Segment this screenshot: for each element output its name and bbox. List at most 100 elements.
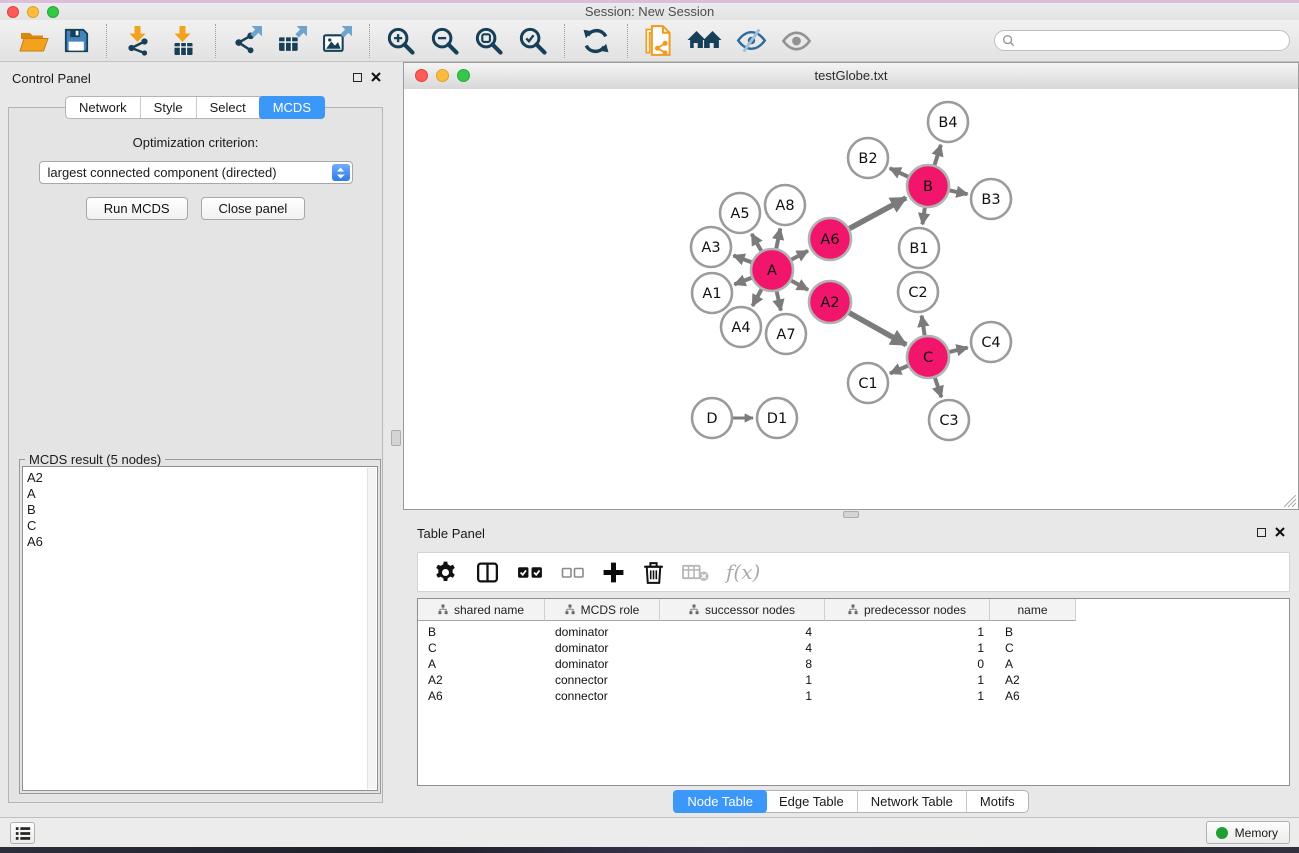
vertical-splitter[interactable]	[390, 62, 403, 818]
hide-visual-properties-button[interactable]	[736, 27, 767, 54]
table-row[interactable]: B dominator 4 1 B	[418, 624, 1289, 640]
export-network-button[interactable]	[232, 25, 263, 56]
criterion-select[interactable]: largest connected component (directed)	[39, 161, 353, 184]
float-panel-icon[interactable]	[353, 73, 362, 82]
toolbar-separator	[369, 24, 370, 58]
svg-text:A4: A4	[731, 320, 750, 336]
attribute-tree-icon	[848, 604, 858, 615]
delete-column-button[interactable]	[642, 560, 665, 585]
refresh-view-button[interactable]	[581, 26, 611, 56]
network-canvas[interactable]: B4B2BB3A8A5A6A3B1AA1C2A2A4A7C4CC1DD1C3	[404, 89, 1298, 509]
open-session-button[interactable]	[19, 28, 49, 54]
zoom-in-button[interactable]	[386, 26, 416, 56]
import-table-button[interactable]	[168, 25, 199, 56]
table-row[interactable]: C dominator 4 1 C	[418, 640, 1289, 656]
float-panel-icon[interactable]	[1257, 528, 1266, 537]
tab-select[interactable]: Select	[197, 97, 260, 118]
resize-grip-icon[interactable]	[1284, 495, 1297, 508]
gear-settings-button[interactable]	[433, 560, 458, 585]
svg-text:D: D	[706, 411, 717, 427]
svg-text:B3: B3	[981, 192, 1000, 208]
horizontal-splitter[interactable]	[403, 510, 1299, 519]
deselect-all-button[interactable]	[561, 560, 585, 585]
column-header-shared-name[interactable]: shared name	[418, 599, 545, 621]
mcds-result-list[interactable]: A2 A B C A6	[22, 466, 378, 791]
table-tabbar: Node Table Edge Table Network Table Moti…	[673, 790, 1028, 813]
zoom-selected-button[interactable]	[518, 26, 548, 56]
table-panel: Table Panel	[403, 519, 1299, 818]
search-box[interactable]	[994, 30, 1290, 51]
svg-text:A3: A3	[701, 240, 720, 256]
app-title: Session: New Session	[0, 3, 1299, 20]
svg-text:B: B	[923, 179, 933, 195]
table-row[interactable]: A dominator 8 0 A	[418, 656, 1289, 672]
function-builder-button[interactable]: f(x)	[726, 560, 760, 584]
tab-network-table[interactable]: Network Table	[858, 791, 967, 812]
split-panel-button[interactable]	[475, 560, 500, 585]
delete-table-button[interactable]	[682, 561, 709, 583]
task-history-button[interactable]	[10, 822, 35, 844]
table-row[interactable]: A6 connector 1 1 A6	[418, 688, 1289, 704]
list-item[interactable]: B	[27, 502, 377, 518]
memory-label: Memory	[1235, 826, 1278, 840]
list-item[interactable]: A2	[27, 470, 377, 486]
column-header-successor-nodes[interactable]: successor nodes	[660, 599, 825, 621]
status-bar: Memory	[0, 817, 1299, 847]
splitter-handle[interactable]	[391, 430, 401, 446]
export-image-button[interactable]	[322, 25, 353, 56]
table-toolbar: f(x)	[417, 552, 1290, 592]
close-panel-icon[interactable]	[371, 72, 381, 82]
svg-text:A8: A8	[775, 198, 794, 214]
attribute-tree-icon	[565, 604, 575, 615]
close-panel-icon[interactable]	[1275, 527, 1285, 537]
svg-text:A: A	[767, 263, 777, 279]
column-header-mcds-role[interactable]: MCDS role	[545, 599, 660, 621]
tab-node-table[interactable]: Node Table	[673, 790, 767, 813]
list-item[interactable]: C	[27, 518, 377, 534]
run-mcds-button[interactable]: Run MCDS	[86, 197, 188, 220]
list-icon	[14, 825, 32, 842]
tab-mcds[interactable]: MCDS	[259, 96, 325, 119]
tab-network[interactable]: Network	[66, 97, 141, 118]
list-item[interactable]: A	[27, 486, 377, 502]
import-network-button[interactable]	[123, 25, 154, 56]
tab-style[interactable]: Style	[141, 97, 197, 118]
optimization-criterion-label: Optimization criterion:	[9, 135, 382, 150]
splitter-handle[interactable]	[843, 511, 859, 518]
control-panel-title: Control Panel	[12, 71, 91, 86]
tab-edge-table[interactable]: Edge Table	[766, 791, 858, 812]
control-panel-tabbar: Network Style Select MCDS	[65, 96, 325, 119]
network-view-window: testGlobe.txt B4B2BB3A8A5A6A3B1AA1C2A2A4…	[403, 62, 1299, 510]
zoom-out-button[interactable]	[430, 26, 460, 56]
search-input[interactable]	[1019, 31, 1289, 50]
add-column-button[interactable]	[602, 561, 625, 584]
network-from-file-button[interactable]	[644, 25, 673, 56]
show-visual-properties-button[interactable]	[781, 29, 812, 53]
node-table[interactable]: shared name MCDS role successor nodes	[417, 598, 1290, 786]
select-all-button[interactable]	[517, 560, 544, 585]
svg-text:C3: C3	[939, 413, 958, 429]
zoom-fit-button[interactable]	[474, 26, 504, 56]
control-panel: Control Panel Network Style Select MCDS …	[0, 62, 390, 818]
home-double-icon[interactable]	[687, 28, 722, 54]
close-panel-button[interactable]: Close panel	[201, 197, 306, 220]
svg-text:C4: C4	[981, 335, 1000, 351]
toolbar-separator	[215, 24, 216, 58]
tab-motifs[interactable]: Motifs	[967, 791, 1028, 812]
column-header-predecessor-nodes[interactable]: predecessor nodes	[825, 599, 990, 621]
save-session-button[interactable]	[63, 27, 90, 54]
column-header-name[interactable]: name	[990, 599, 1076, 621]
network-window-title: testGlobe.txt	[404, 63, 1298, 89]
svg-text:B2: B2	[858, 151, 877, 167]
export-table-button[interactable]	[277, 25, 308, 56]
svg-text:A7: A7	[776, 327, 795, 343]
network-window-titlebar: testGlobe.txt	[404, 63, 1298, 90]
search-icon	[1002, 34, 1015, 47]
memory-button[interactable]: Memory	[1206, 821, 1290, 844]
table-row[interactable]: A2 connector 1 1 A2	[418, 672, 1289, 688]
scrollbar[interactable]	[367, 468, 376, 789]
attribute-tree-icon	[438, 604, 448, 615]
svg-text:C1: C1	[858, 376, 877, 392]
svg-text:C2: C2	[908, 285, 927, 301]
list-item[interactable]: A6	[27, 534, 377, 550]
